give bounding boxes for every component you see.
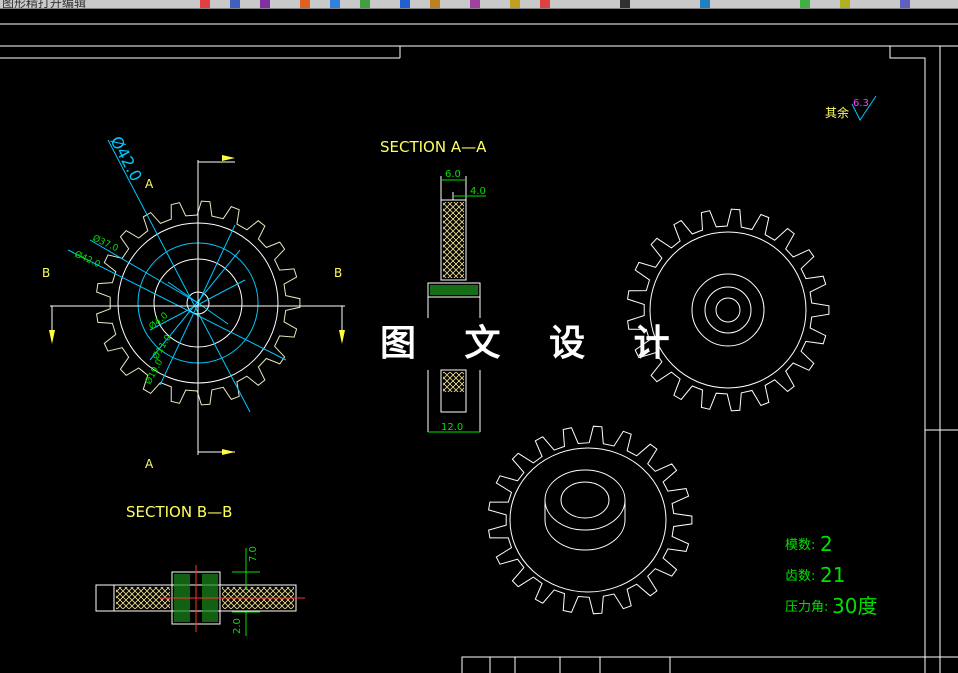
arc-icon[interactable] (300, 0, 310, 8)
spec-module-label: 模数: (785, 538, 815, 553)
surface-note-label: 其余 (825, 105, 849, 120)
ortho-icon[interactable] (900, 0, 910, 8)
spec-pressure-value: 30度 (832, 594, 877, 618)
color-icon[interactable] (540, 0, 550, 8)
dim-d42-small: Ø42.0 (73, 249, 102, 271)
dim-d42-big: Ø42.0 (106, 133, 145, 184)
snap-icon[interactable] (800, 0, 810, 8)
dim-h2: 2.0 (232, 618, 243, 634)
spec-module-value: 2 (820, 532, 833, 556)
properties-icon[interactable] (700, 0, 710, 8)
spec-teeth-label: 齿数: (785, 569, 815, 584)
label-b-left: B (42, 266, 50, 280)
spec-pressure-label: 压力角: (785, 600, 828, 615)
dim-d37: Ø37.0 (91, 233, 120, 255)
label-a-bottom: A (145, 457, 154, 471)
text-icon[interactable] (400, 0, 410, 8)
label-a-top: A (145, 177, 154, 191)
dim-h7: 7.0 (248, 546, 259, 562)
circle-icon[interactable] (260, 0, 270, 8)
dim-w6: 6.0 (445, 169, 461, 180)
gear-top-right-view (627, 208, 830, 412)
watermark: 图 文 设 计 (380, 322, 688, 364)
undo-icon[interactable] (200, 0, 210, 8)
layer-icon[interactable] (510, 0, 520, 8)
gear-specs: 模数: 2 齿数: 21 压力角: 30度 (785, 532, 877, 618)
surface-note-value: 6.3 (853, 98, 869, 109)
linetype-icon[interactable] (620, 0, 630, 8)
section-bb-view: SECTION B—B 7.0 2.0 (95, 503, 305, 636)
section-bb-title: SECTION B—B (126, 503, 232, 521)
grid-icon[interactable] (840, 0, 850, 8)
dimension-icon[interactable] (430, 0, 440, 8)
zoom-icon[interactable] (470, 0, 480, 8)
dim-w4: 4.0 (470, 186, 486, 197)
hatch-icon[interactable] (360, 0, 370, 8)
line-icon[interactable] (230, 0, 240, 8)
label-b-right: B (334, 266, 342, 280)
spec-teeth-value: 21 (820, 563, 845, 587)
dim-d4: Ø4.0 (147, 310, 171, 332)
toolbar-title: 图形精打开编辑 (2, 0, 87, 9)
surface-finish-note: 其余 6.3 (825, 95, 877, 121)
dim-d11: Ø11.0 (150, 333, 174, 362)
dim-w12: 12.0 (441, 422, 463, 433)
rect-icon[interactable] (330, 0, 340, 8)
gear-front-view: A A B B Ø42.0 Ø37.0 Ø42.0 Ø4.0 Ø11.0 Ø19… (42, 133, 345, 471)
gear-isometric-view (488, 425, 693, 615)
section-aa-view: SECTION A—A 6.0 4.0 12.0 (380, 138, 487, 433)
section-aa-title: SECTION A—A (380, 138, 487, 156)
toolbar: 图形精打开编辑 (0, 0, 958, 9)
dim-d19: Ø19.0 (143, 357, 166, 386)
